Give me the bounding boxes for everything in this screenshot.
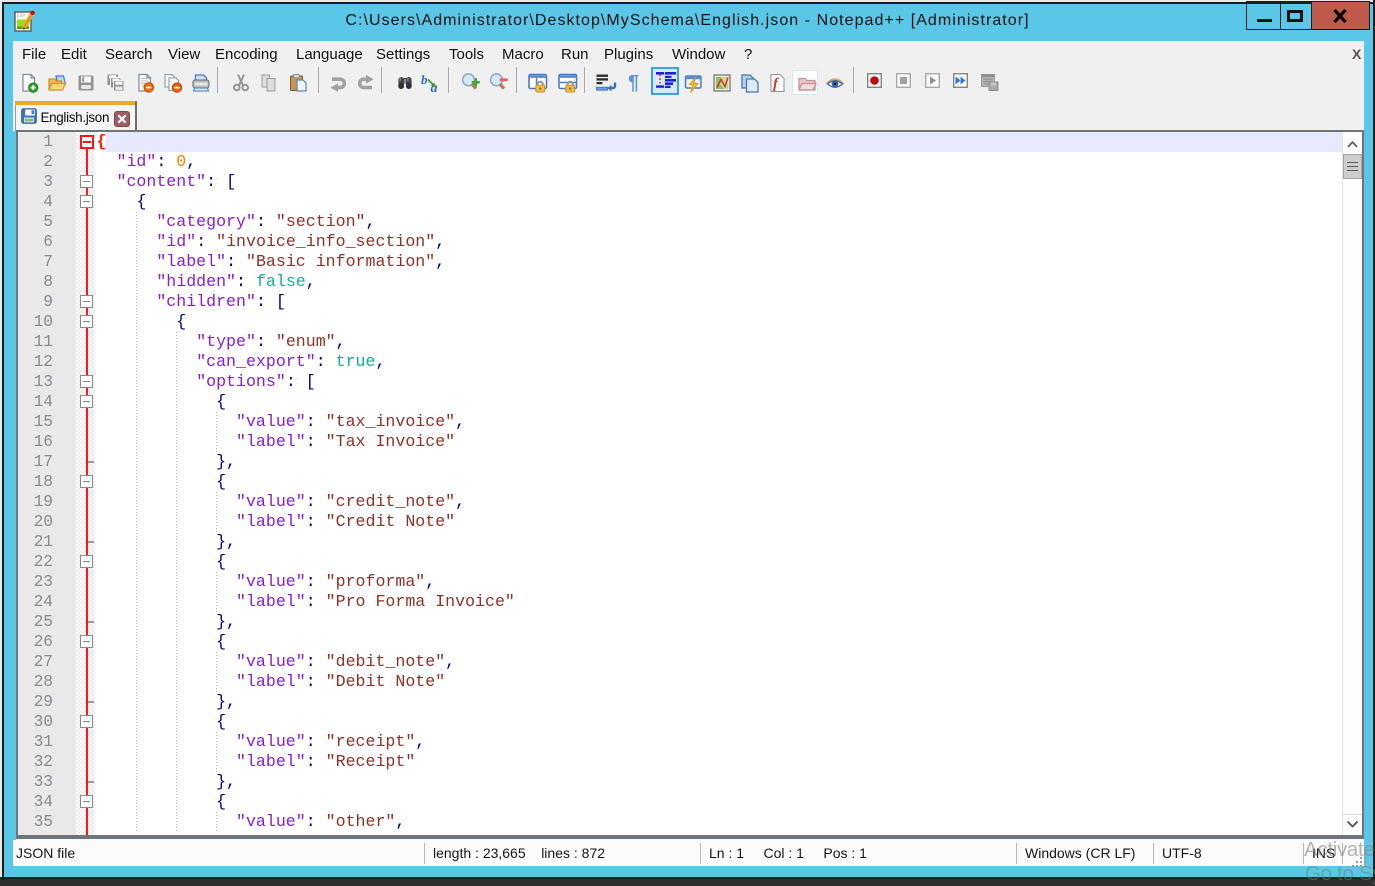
svg-text:b: b <box>421 73 428 87</box>
svg-text:¶: ¶ <box>628 72 639 94</box>
